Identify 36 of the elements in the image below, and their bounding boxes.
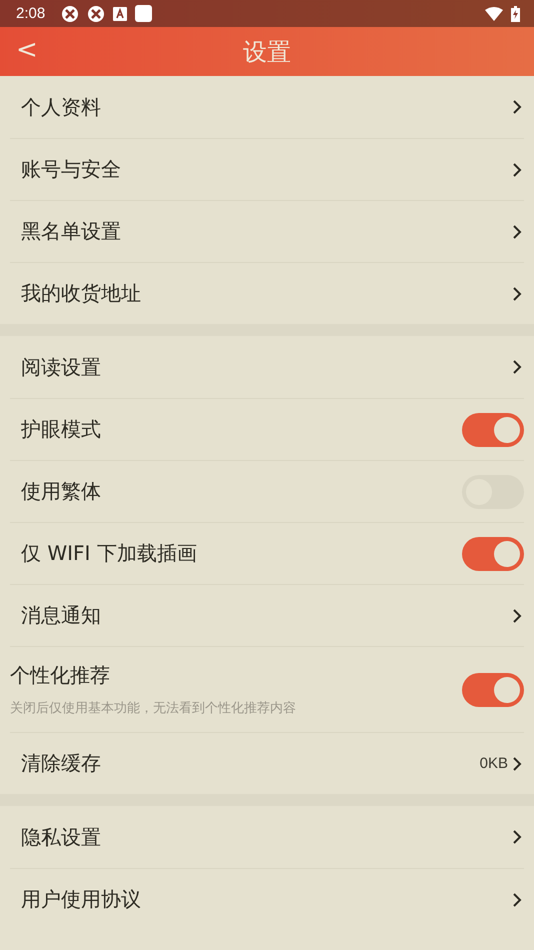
chevron-right-icon	[512, 359, 522, 375]
font-notification-icon	[113, 6, 128, 20]
setting-label: 护眼模式	[20, 416, 101, 443]
chevron-right-icon	[512, 162, 522, 178]
setting-label: 阅读设置	[20, 354, 101, 380]
setting-label: 仅 WIFI 下加载插画	[20, 540, 197, 567]
toggle-switch[interactable]	[462, 672, 524, 706]
setting-label: 账号与安全	[20, 156, 121, 183]
setting-label: 个人资料	[20, 94, 101, 120]
chevron-right-icon	[512, 99, 522, 115]
cache-size: 0KB	[480, 755, 508, 772]
setting-label: 黑名单设置	[20, 218, 121, 245]
chevron-right-icon	[512, 756, 522, 772]
app-notification-icon	[61, 4, 80, 22]
setting-label: 用户使用协议	[20, 886, 141, 913]
back-button[interactable]: <	[0, 34, 60, 68]
setting-label: 消息通知	[20, 602, 101, 629]
chevron-right-icon	[512, 829, 522, 845]
setting-label: 个性化推荐	[10, 662, 111, 689]
toggle-switch[interactable]	[462, 536, 524, 570]
chevron-right-icon	[512, 286, 522, 302]
chevron-right-icon	[512, 892, 522, 908]
app-notification-icon	[87, 4, 106, 22]
chevron-right-icon	[512, 224, 522, 240]
page-title: 设置	[243, 36, 291, 68]
setting-label: 清除缓存	[20, 750, 101, 777]
setting-label: 我的收货地址	[20, 280, 141, 307]
setting-label: 隐私设置	[20, 824, 101, 850]
chevron-right-icon	[512, 608, 522, 624]
wifi-icon	[485, 6, 503, 20]
setting-label: 使用繁体	[20, 478, 101, 505]
square-notification-icon	[135, 5, 152, 22]
toggle-switch[interactable]	[462, 412, 524, 446]
setting-description: 关闭后仅使用基本功能，无法看到个性化推荐内容	[10, 700, 296, 717]
status-time: 2:08	[16, 5, 46, 22]
battery-charging-icon	[511, 6, 520, 22]
